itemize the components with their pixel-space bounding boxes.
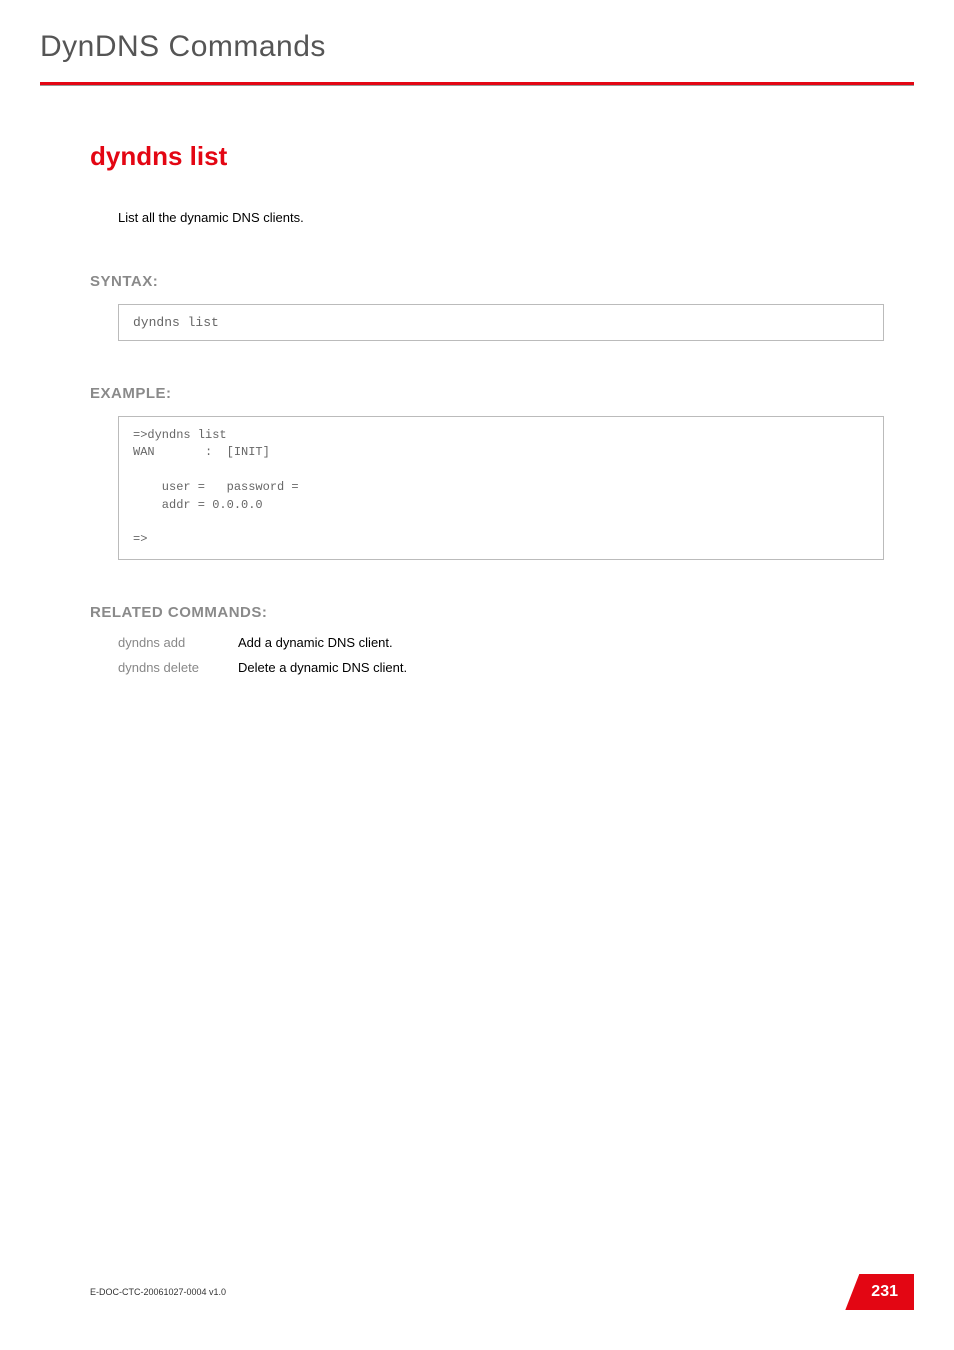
example-box: =>dyndns list WAN : [INIT] user = passwo… — [118, 416, 884, 560]
related-commands-table: dyndns add Add a dynamic DNS client. dyn… — [118, 635, 884, 675]
related-row: dyndns add Add a dynamic DNS client. — [118, 635, 884, 650]
command-description: List all the dynamic DNS clients. — [118, 210, 884, 225]
related-cmd-link[interactable]: dyndns add — [118, 635, 238, 650]
related-cmd-desc: Add a dynamic DNS client. — [238, 635, 393, 650]
command-title: dyndns list — [90, 141, 884, 172]
syntax-box: dyndns list — [118, 304, 884, 341]
page-number: 231 — [845, 1274, 914, 1310]
footer-doc-id: E-DOC-CTC-20061027-0004 v1.0 — [90, 1287, 226, 1297]
related-cmd-link[interactable]: dyndns delete — [118, 660, 238, 675]
related-label: RELATED COMMANDS: — [90, 604, 884, 621]
related-cmd-desc: Delete a dynamic DNS client. — [238, 660, 407, 675]
page-header: DynDNS Commands — [0, 0, 954, 64]
related-row: dyndns delete Delete a dynamic DNS clien… — [118, 660, 884, 675]
syntax-label: SYNTAX: — [90, 273, 884, 290]
content-area: dyndns list List all the dynamic DNS cli… — [0, 86, 954, 675]
page-number-badge: 231 — [845, 1274, 914, 1310]
header-title: DynDNS Commands — [40, 30, 914, 64]
example-label: EXAMPLE: — [90, 385, 884, 402]
page-footer: E-DOC-CTC-20061027-0004 v1.0 231 — [90, 1274, 914, 1310]
